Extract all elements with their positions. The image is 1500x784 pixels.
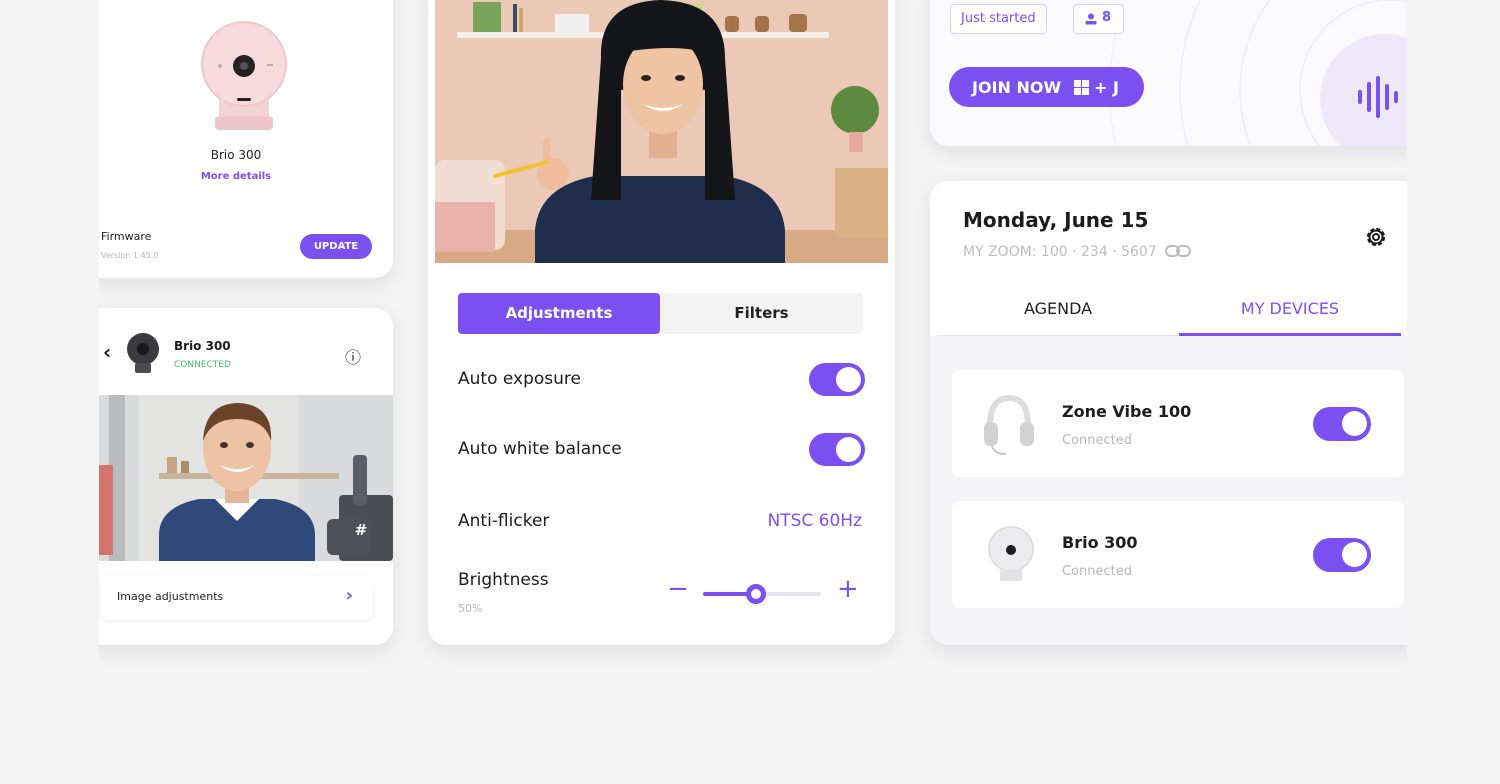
device-row: Brio 300 Connected bbox=[952, 501, 1404, 608]
link-icon[interactable] bbox=[1165, 244, 1193, 258]
screenshot-area: Brio 300 More details Firmware Version 1… bbox=[99, 0, 1407, 784]
zoom-id-text: MY ZOOM: 100 · 234 · 5607 bbox=[963, 244, 1157, 260]
update-button[interactable]: UPDATE bbox=[300, 234, 372, 259]
back-button[interactable]: ‹ bbox=[103, 342, 111, 362]
webcam-product-image bbox=[201, 21, 287, 130]
brightness-label: Brightness bbox=[458, 570, 549, 590]
device-toggle[interactable] bbox=[1313, 407, 1371, 441]
device-status: Connected bbox=[1062, 564, 1133, 579]
brightness-slider[interactable] bbox=[703, 584, 821, 604]
brightness-decrease-button[interactable]: − bbox=[667, 576, 689, 602]
auto-white-balance-label: Auto white balance bbox=[458, 439, 622, 459]
attendee-count: 8 bbox=[1102, 10, 1112, 25]
active-tab-indicator bbox=[1179, 333, 1401, 336]
device-overview-card: Brio 300 More details Firmware Version 1… bbox=[99, 0, 393, 278]
card-header: Monday, June 15 MY ZOOM: 100 · 234 · 560… bbox=[930, 181, 1407, 336]
firmware-label: Firmware bbox=[101, 230, 152, 243]
tab-adjustments[interactable]: Adjustments bbox=[458, 293, 660, 334]
grid-icon[interactable]: # bbox=[349, 521, 373, 539]
settings-gear-icon[interactable] bbox=[1363, 224, 1389, 250]
auto-exposure-label: Auto exposure bbox=[458, 369, 581, 389]
anti-flicker-label: Anti-flicker bbox=[458, 511, 550, 531]
anti-flicker-value[interactable]: NTSC 60Hz bbox=[767, 511, 862, 531]
zoom-meeting-id: MY ZOOM: 100 · 234 · 5607 bbox=[963, 244, 1193, 260]
info-icon[interactable]: ⓘ bbox=[345, 344, 361, 368]
device-name: Brio 300 bbox=[210, 148, 262, 162]
meeting-status-badge: Just started bbox=[950, 4, 1047, 34]
join-now-button[interactable]: JOIN NOW + J bbox=[949, 67, 1144, 107]
device-name: Zone Vibe 100 bbox=[1062, 402, 1192, 421]
auto-exposure-toggle[interactable] bbox=[809, 363, 865, 396]
video-preview bbox=[435, 0, 888, 263]
brightness-value: 50% bbox=[458, 602, 483, 615]
image-adjustments-row[interactable]: Image adjustments › bbox=[101, 576, 373, 620]
more-details-link[interactable]: More details bbox=[99, 171, 393, 182]
attendee-count-badge: 8 bbox=[1073, 4, 1124, 34]
camera-preview-card: ‹ Brio 300 CONNECTED ⓘ # Image adjustmen… bbox=[99, 308, 393, 645]
adjustments-card: Adjustments Filters Auto exposure Auto w… bbox=[428, 0, 895, 645]
device-name: Brio 300 bbox=[174, 339, 231, 353]
shortcut-label: + J bbox=[1094, 78, 1119, 97]
device-toggle[interactable] bbox=[1313, 538, 1371, 572]
brightness-slider-handle[interactable] bbox=[746, 584, 767, 604]
device-status: Connected bbox=[1062, 433, 1133, 448]
connection-status: CONNECTED bbox=[174, 360, 231, 370]
webcam-icon bbox=[988, 526, 1034, 581]
brightness-increase-button[interactable]: + bbox=[837, 576, 859, 602]
firmware-version: Version 1.45.0 bbox=[101, 251, 159, 260]
tab-agenda[interactable]: AGENDA bbox=[937, 299, 1179, 318]
windows-key-icon bbox=[1074, 80, 1089, 95]
meeting-card: Just started 8 JOIN NOW + J bbox=[930, 0, 1407, 146]
tab-filters[interactable]: Filters bbox=[660, 293, 863, 334]
person-icon bbox=[1085, 13, 1097, 25]
headset-icon bbox=[984, 394, 1034, 455]
adjustments-tab-bar: Adjustments Filters bbox=[458, 293, 863, 334]
image-adjustments-label: Image adjustments bbox=[117, 590, 224, 603]
join-now-label: JOIN NOW bbox=[972, 78, 1062, 97]
devices-card: Monday, June 15 MY ZOOM: 100 · 234 · 560… bbox=[930, 181, 1407, 645]
audio-wave-icon bbox=[1358, 76, 1398, 118]
chevron-right-icon: › bbox=[345, 585, 353, 606]
tab-my-devices[interactable]: MY DEVICES bbox=[1179, 299, 1401, 318]
date-title: Monday, June 15 bbox=[963, 208, 1149, 232]
webcam-thumbnail-icon bbox=[127, 333, 159, 373]
device-name: Brio 300 bbox=[1062, 533, 1138, 552]
auto-white-balance-toggle[interactable] bbox=[809, 433, 865, 466]
device-row: Zone Vibe 100 Connected bbox=[952, 370, 1404, 477]
